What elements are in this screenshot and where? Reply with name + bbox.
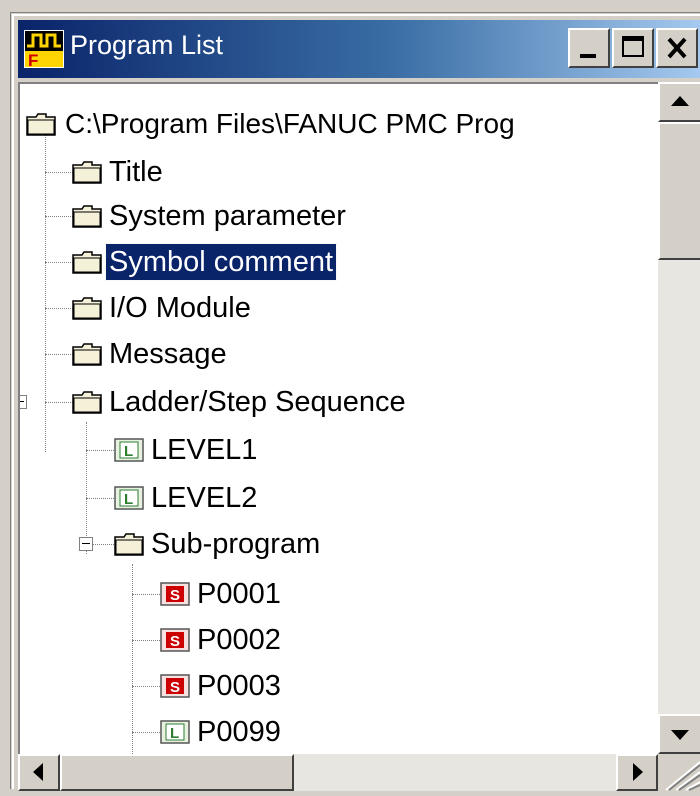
horizontal-scrollbar[interactable] [18, 754, 658, 791]
svg-text:L: L [124, 491, 133, 508]
subprogram-icon: S [160, 628, 190, 652]
tree-item-p0001[interactable]: S P0001 [160, 572, 284, 616]
collapse-subprogram-toggle[interactable] [79, 537, 93, 551]
arrow-left-icon [33, 763, 43, 781]
resize-grip[interactable] [658, 754, 700, 791]
vertical-scrollbar[interactable] [658, 82, 700, 754]
tree-item-label: P0001 [197, 578, 281, 610]
maximize-icon [622, 36, 644, 57]
minimize-button[interactable] [568, 28, 610, 68]
minimize-icon [580, 54, 596, 58]
tree-root-label: C:\Program Files\FANUC PMC Prog [65, 108, 515, 139]
tree-connector [45, 354, 73, 355]
tree-connector [132, 564, 133, 754]
tree-connector [132, 594, 160, 595]
tree-item-system-parameter[interactable]: System parameter [72, 194, 349, 238]
tree-connector [45, 132, 46, 452]
tree-item-label: System parameter [109, 200, 346, 232]
tree-item-sub-program[interactable]: Sub-program [114, 522, 323, 566]
tree-connector [86, 422, 87, 554]
subprogram-icon: S [160, 674, 190, 698]
ladder-icon: L [114, 438, 144, 462]
arrow-down-icon [671, 730, 689, 740]
tree-item-message[interactable]: Message [72, 332, 230, 376]
tree-connector [45, 216, 73, 217]
close-button[interactable] [656, 28, 698, 68]
window-title: Program List [70, 30, 224, 60]
tree-connector [132, 732, 160, 733]
folder-icon [114, 533, 144, 556]
folder-icon [72, 205, 102, 228]
folder-icon [72, 343, 102, 366]
tree-item-p0099[interactable]: L P0099 [160, 710, 284, 754]
tree-item-level1[interactable]: L LEVEL1 [114, 428, 260, 472]
scroll-up-button[interactable] [658, 82, 700, 122]
vertical-scroll-thumb[interactable] [658, 122, 700, 260]
tree-root[interactable]: C:\Program Files\FANUC PMC Prog [26, 102, 518, 146]
folder-icon [72, 251, 102, 274]
maximize-button[interactable] [612, 28, 654, 68]
tree-connector [132, 640, 160, 641]
horizontal-scroll-thumb[interactable] [60, 754, 294, 791]
folder-icon [72, 161, 102, 184]
svg-text:S: S [170, 587, 180, 604]
tree-item-label: P0099 [197, 716, 281, 748]
program-tree[interactable]: C:\Program Files\FANUC PMC Prog Title Sy… [18, 82, 658, 754]
scroll-left-button[interactable] [18, 754, 60, 791]
tree-item-level2[interactable]: L LEVEL2 [114, 476, 260, 520]
tree-connector [86, 498, 114, 499]
resize-grip-icon [665, 761, 700, 791]
tree-item-label: Message [109, 338, 227, 370]
tree-connector [86, 450, 114, 451]
tree-connector [132, 686, 160, 687]
tree-connector [45, 262, 73, 263]
tree-connector [45, 402, 73, 403]
tree-item-p0003[interactable]: S P0003 [160, 664, 284, 708]
ladder-icon: L [114, 486, 144, 510]
tree-item-label: LEVEL2 [151, 482, 258, 514]
arrow-up-icon [671, 96, 689, 106]
svg-text:S: S [170, 633, 180, 650]
tree-item-io-module[interactable]: I/O Module [72, 286, 254, 330]
ladder-icon: L [160, 720, 190, 744]
folder-icon [72, 297, 102, 320]
svg-text:L: L [170, 725, 179, 742]
tree-item-label: P0003 [197, 670, 281, 702]
tree-connector [45, 172, 73, 173]
collapse-ladder-toggle[interactable] [20, 395, 27, 409]
tree-connector [45, 308, 73, 309]
scroll-down-button[interactable] [658, 714, 700, 754]
svg-text:F: F [28, 51, 38, 68]
tree-item-title[interactable]: Title [72, 150, 166, 194]
fanuc-app-icon: F [24, 30, 64, 68]
tree-item-label: Title [109, 156, 163, 188]
tree-item-label: P0002 [197, 624, 281, 656]
title-bar[interactable]: F Program List [18, 20, 700, 78]
tree-item-ladder-step-sequence[interactable]: Ladder/Step Sequence [72, 380, 409, 424]
tree-item-label: LEVEL1 [151, 434, 258, 466]
close-icon [667, 37, 687, 59]
tree-item-symbol-comment[interactable]: Symbol comment [72, 240, 338, 284]
folder-icon [72, 391, 102, 414]
tree-item-p0002[interactable]: S P0002 [160, 618, 284, 662]
svg-text:S: S [170, 679, 180, 696]
program-list-window: F Program List C:\Program Files\FANUC PM… [12, 14, 700, 791]
tree-item-label: Symbol comment [104, 243, 338, 281]
arrow-right-icon [633, 763, 643, 781]
tree-item-label: I/O Module [109, 292, 251, 324]
svg-text:L: L [124, 443, 133, 460]
tree-item-label: Ladder/Step Sequence [109, 386, 406, 418]
folder-icon [26, 113, 56, 136]
scroll-right-button[interactable] [616, 754, 658, 791]
tree-item-label: Sub-program [151, 528, 321, 560]
subprogram-icon: S [160, 582, 190, 606]
